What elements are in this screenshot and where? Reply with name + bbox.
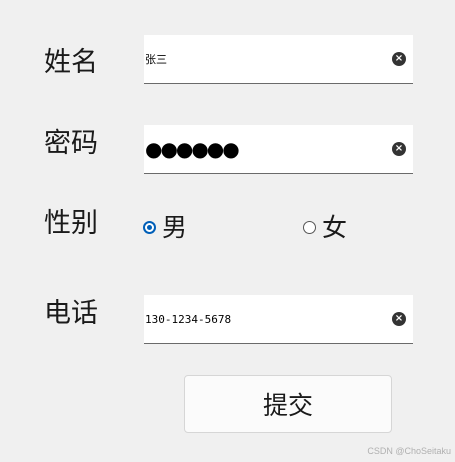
phone-input[interactable] [145, 295, 381, 343]
phone-field[interactable]: × [144, 295, 413, 344]
name-label: 姓名 [44, 47, 98, 78]
gender-label: 性别 [44, 208, 98, 239]
watermark: CSDN @ChoSeitaku [367, 446, 451, 456]
phone-label: 电话 [44, 298, 98, 329]
gender-option-label: 男 [162, 213, 188, 242]
password-field[interactable]: × [144, 125, 413, 174]
gender-option-male[interactable]: 男 [143, 215, 187, 240]
name-field[interactable]: × [144, 35, 413, 84]
gender-option-label: 女 [322, 213, 348, 242]
password-input[interactable] [145, 125, 381, 173]
submit-button[interactable]: 提交 [184, 375, 392, 433]
radio-unchecked-icon[interactable] [303, 221, 316, 234]
radio-checked-icon[interactable] [143, 221, 156, 234]
password-label: 密码 [44, 128, 98, 159]
name-input[interactable] [145, 35, 381, 83]
gender-option-female[interactable]: 女 [303, 215, 347, 240]
clear-icon[interactable]: × [392, 142, 406, 156]
clear-icon[interactable]: × [392, 312, 406, 326]
clear-icon[interactable]: × [392, 52, 406, 66]
